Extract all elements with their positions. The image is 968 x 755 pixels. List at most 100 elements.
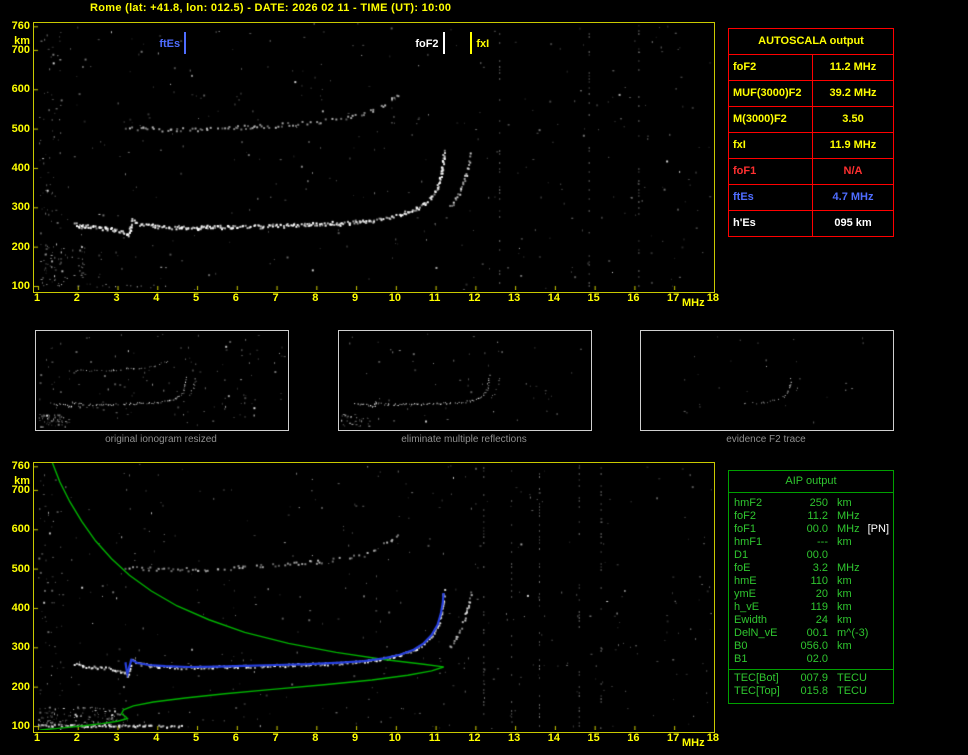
aip-row-label: Ewidth	[734, 614, 768, 626]
thumbnail-f2-trace-caption: evidence F2 trace	[726, 434, 806, 445]
aip-row-value: 24	[815, 614, 828, 626]
x-tick-label: 13	[507, 732, 521, 744]
x-tick-label: 15	[587, 732, 600, 744]
thumbnail-multiple-reflections-caption: eliminate multiple reflections	[401, 434, 527, 445]
aip-row-unit: MHz	[837, 523, 860, 535]
x-tick-label: 2	[73, 292, 80, 304]
x-tick-label: 3	[113, 732, 120, 744]
aip-row-value: 110	[810, 575, 828, 587]
y-tick-label: 100	[11, 280, 30, 292]
y-tick-label: 300	[11, 201, 30, 214]
autoscala-row: h'Es 095 km	[729, 211, 893, 236]
thumbnail-original-canvas	[36, 331, 286, 428]
aip-row-label: TEC[Bot]	[734, 672, 779, 684]
autoscala-row: fxI 11.9 MHz	[729, 133, 893, 159]
x-tick-label: 7	[272, 732, 279, 744]
bottom-ionogram-plot	[33, 462, 715, 733]
thumbnail-f2-trace	[640, 330, 894, 431]
aip-row-unit	[828, 549, 837, 562]
y-tick-label: 400	[11, 161, 30, 174]
top-ionogram-canvas	[34, 23, 712, 290]
aip-row-label: TEC[Top]	[734, 685, 780, 697]
aip-row: D1 00.0	[729, 549, 893, 562]
aip-row-label: h_vE	[734, 601, 760, 613]
autoscala-row: MUF(3000)F2 39.2 MHz	[729, 81, 893, 107]
aip-row: DelN_vE 00.1 m^(-3)	[729, 627, 893, 640]
aip-row: foE 3.2 MHz	[729, 562, 893, 575]
aip-row-value: ---	[817, 536, 828, 548]
x-tick-label: 12	[468, 732, 481, 744]
x-tick-label: 4	[153, 732, 160, 744]
autoscala-row-label: ftEs	[729, 185, 813, 210]
aip-row: B1 02.0	[729, 653, 893, 666]
aip-row-unit: km	[837, 588, 852, 600]
aip-row-value: 20	[815, 588, 828, 600]
top-ionogram-plot	[33, 22, 715, 293]
x-tick-label: 17	[667, 732, 680, 744]
marker-label-fxI: fxI	[476, 38, 490, 50]
thumbnail-multiple-reflections-canvas	[339, 331, 589, 428]
marker-line-foF2	[442, 32, 445, 54]
x-tick-label: 16	[627, 732, 640, 744]
autoscala-row-label: foF2	[729, 55, 813, 80]
aip-row-unit	[828, 653, 837, 666]
autoscala-row-value: 4.7 MHz	[832, 191, 874, 203]
x-tick-label: 9	[352, 732, 359, 744]
aip-row-value: 3.2	[812, 562, 828, 574]
top-x-axis-unit: MHz	[682, 297, 705, 309]
x-tick-label: 11	[428, 292, 441, 304]
marker-line-ftEs	[184, 32, 187, 54]
aip-row-value: 119	[810, 601, 828, 613]
x-tick-label: 17	[667, 292, 680, 304]
aip-row-value: 11.2	[807, 510, 828, 522]
aip-row-unit: km	[837, 601, 852, 613]
autoscala-row-label: MUF(3000)F2	[729, 81, 813, 106]
autoscala-table-header: AUTOSCALA output	[729, 29, 893, 55]
y-tick-label: 760	[11, 20, 30, 33]
aip-row-label: foF2	[734, 510, 757, 522]
autoscala-row-value: 095 km	[834, 217, 872, 229]
aip-row-value: 02.0	[806, 653, 828, 665]
aip-row-unit: km	[837, 536, 852, 548]
x-tick-label: 9	[352, 292, 359, 304]
aip-row-unit: TECU	[837, 685, 867, 697]
aip-row-label: foE	[734, 562, 751, 574]
aip-row: foF1 00.0 MHz [PN]	[729, 523, 893, 536]
aip-row-unit: m^(-3)	[837, 627, 869, 639]
autoscala-output-table: AUTOSCALA output foF2 11.2 MHz MUF(3000)F2…	[728, 28, 894, 237]
aip-row-unit: km	[837, 614, 852, 626]
aip-row: Ewidth 24 km	[729, 614, 893, 627]
marker-label-foF2: foF2	[415, 38, 439, 50]
aip-row-value: 056.0	[800, 640, 828, 652]
x-tick-label: 2	[73, 732, 80, 744]
page-title: Rome (lat: +41.8, lon: 012.5) - DATE: 20…	[90, 2, 452, 14]
aip-table-rows: hmF2 250 km foF2 11.2 MHz foF1 00.0 MHz [PN] hmF1 -…	[729, 493, 893, 703]
autoscala-row: foF1 N/A	[729, 159, 893, 185]
thumbnail-multiple-reflections	[338, 330, 592, 431]
y-tick-label: 200	[11, 680, 30, 693]
aip-row-label: hmF1	[734, 536, 763, 548]
x-tick-label: 1	[33, 732, 41, 744]
bottom-x-axis-unit: MHz	[682, 737, 705, 749]
y-tick-label: 600	[11, 523, 30, 536]
autoscala-row-value: N/A	[843, 165, 863, 177]
aip-row-unit: km	[837, 640, 852, 652]
x-tick-label: 18	[706, 732, 720, 744]
thumbnail-f2-trace-canvas	[641, 331, 891, 428]
marker-line-fxI	[470, 32, 473, 54]
autoscala-table-rows: foF2 11.2 MHz MUF(3000)F2 39.2 MHz M(3000)F2…	[729, 55, 893, 236]
y-tick-label: 400	[11, 601, 30, 614]
aip-row-value: 00.1	[806, 627, 828, 639]
autoscala-row-value: 39.2 MHz	[829, 87, 877, 99]
aip-row-label: D1	[734, 549, 749, 561]
autoscala-row-label: h'Es	[729, 211, 813, 236]
aip-row-value: 00.0	[806, 549, 828, 561]
x-tick-label: 13	[507, 292, 521, 304]
y-tick-label: 300	[11, 641, 30, 654]
aip-row-label: foF1	[734, 523, 757, 535]
x-tick-label: 11	[428, 732, 441, 744]
aip-row-label: hmF2	[734, 497, 763, 509]
x-tick-label: 12	[468, 292, 481, 304]
y-tick-label: 500	[11, 562, 30, 575]
aip-row-label: ymE	[734, 588, 756, 600]
